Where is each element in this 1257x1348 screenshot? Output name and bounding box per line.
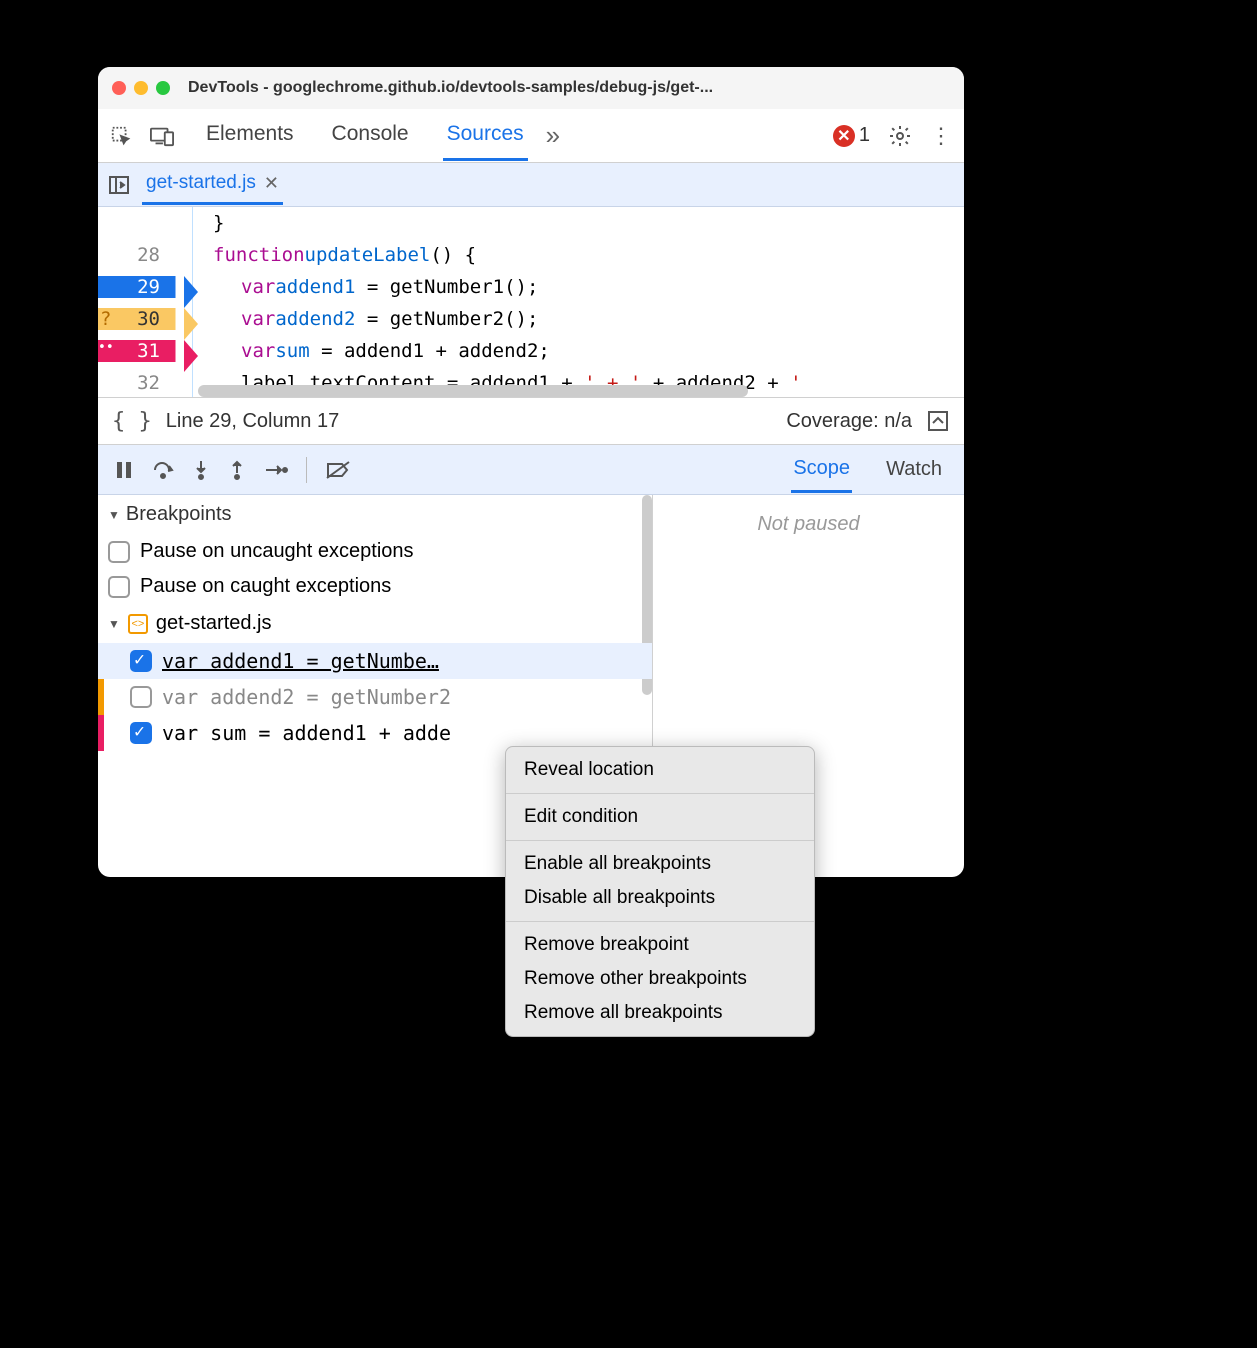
coverage-label: Coverage: n/a	[786, 410, 912, 433]
cursor-position: Line 29, Column 17	[166, 410, 339, 433]
context-menu-item[interactable]: Disable all breakpoints	[506, 881, 814, 915]
not-paused-label: Not paused	[757, 513, 859, 535]
minimize-window-button[interactable]	[134, 81, 148, 95]
breakpoint-text: var addend2 = getNumber2	[162, 685, 642, 709]
code-line[interactable]: 28function updateLabel() {	[98, 239, 964, 271]
step-into-icon[interactable]	[192, 459, 210, 481]
step-icon[interactable]	[264, 461, 288, 479]
tab-scope[interactable]: Scope	[791, 447, 852, 493]
code-text[interactable]: var addend2 = getNumber2();	[192, 303, 538, 335]
tab-elements[interactable]: Elements	[202, 110, 298, 161]
breakpoint-checkbox[interactable]	[130, 650, 152, 672]
maximize-window-button[interactable]	[156, 81, 170, 95]
inspect-element-icon[interactable]	[110, 125, 132, 147]
context-menu-item[interactable]: Reveal location	[506, 753, 814, 787]
deactivate-breakpoints-icon[interactable]	[325, 460, 351, 480]
editor-status-bar: { } Line 29, Column 17 Coverage: n/a	[98, 397, 964, 445]
pause-caught-row[interactable]: Pause on caught exceptions	[98, 569, 652, 604]
pause-uncaught-row[interactable]: Pause on uncaught exceptions	[98, 534, 652, 569]
breakpoints-header[interactable]: ▼ Breakpoints	[98, 495, 652, 534]
breakpoint-file-header[interactable]: ▼ <> get-started.js	[98, 604, 652, 643]
file-tab[interactable]: get-started.js ✕	[142, 164, 283, 205]
context-menu-item[interactable]: Remove other breakpoints	[506, 962, 814, 996]
context-menu-item[interactable]: Edit condition	[506, 800, 814, 834]
error-icon: ✕	[833, 125, 855, 147]
context-menu-item[interactable]: Enable all breakpoints	[506, 847, 814, 881]
close-window-button[interactable]	[112, 81, 126, 95]
pause-caught-checkbox[interactable]	[108, 576, 130, 598]
code-line[interactable]: 31var sum = addend1 + addend2;	[98, 335, 964, 367]
panel-tabs: Elements Console Sources	[202, 110, 528, 161]
titlebar: DevTools - googlechrome.github.io/devtoo…	[98, 67, 964, 109]
breakpoint-row[interactable]: var addend2 = getNumber2	[98, 679, 652, 715]
settings-icon[interactable]	[888, 124, 912, 148]
breakpoint-text: var addend1 = getNumbe…	[162, 649, 642, 673]
navigator-toggle-icon[interactable]	[108, 174, 130, 196]
horizontal-scrollbar[interactable]	[198, 385, 748, 397]
pause-uncaught-checkbox[interactable]	[108, 541, 130, 563]
context-menu-separator	[506, 793, 814, 794]
context-menu-item[interactable]: Remove breakpoint	[506, 928, 814, 962]
kebab-menu-icon[interactable]: ⋮	[930, 123, 952, 149]
line-number-gutter[interactable]: 30	[98, 308, 188, 330]
collapse-drawer-icon[interactable]	[926, 409, 950, 433]
window-title: DevTools - googlechrome.github.io/devtoo…	[188, 79, 950, 97]
device-toggle-icon[interactable]	[150, 125, 174, 147]
breakpoint-checkbox[interactable]	[130, 686, 152, 708]
more-tabs-icon[interactable]: »	[546, 120, 560, 151]
pause-icon[interactable]	[114, 460, 134, 480]
pretty-print-icon[interactable]: { }	[112, 409, 152, 434]
close-tab-icon[interactable]: ✕	[264, 173, 279, 194]
breakpoint-marker	[98, 679, 104, 715]
js-file-icon: <>	[128, 614, 148, 634]
context-menu-separator	[506, 840, 814, 841]
tab-watch[interactable]: Watch	[884, 448, 944, 491]
collapse-icon: ▼	[108, 617, 120, 631]
code-text[interactable]: function updateLabel() {	[192, 239, 476, 271]
tab-console[interactable]: Console	[328, 110, 413, 161]
line-number-gutter[interactable]: 28	[98, 244, 188, 266]
breakpoint-text: var sum = addend1 + adde	[162, 721, 642, 745]
code-line[interactable]: 30var addend2 = getNumber2();	[98, 303, 964, 335]
step-over-icon[interactable]	[152, 460, 174, 480]
window-controls	[112, 81, 170, 95]
context-menu-item[interactable]: Remove all breakpoints	[506, 996, 814, 1030]
tab-sources[interactable]: Sources	[443, 110, 528, 161]
error-count: 1	[859, 124, 870, 147]
breakpoint-row[interactable]: var addend1 = getNumbe…	[98, 643, 652, 679]
error-badge[interactable]: ✕ 1	[833, 124, 870, 147]
code-line[interactable]: 29var addend1 = getNumber1();	[98, 271, 964, 303]
main-toolbar: Elements Console Sources » ✕ 1 ⋮	[98, 109, 964, 163]
step-out-icon[interactable]	[228, 459, 246, 481]
breakpoint-checkbox[interactable]	[130, 722, 152, 744]
file-tab-bar: get-started.js ✕	[98, 163, 964, 207]
file-tab-label: get-started.js	[146, 172, 256, 194]
context-menu: Reveal location Edit condition Enable all …	[505, 746, 815, 1037]
line-number-gutter[interactable]: 32	[98, 372, 188, 394]
breakpoint-marker	[98, 715, 104, 751]
line-number-gutter[interactable]: 31	[98, 340, 188, 362]
code-text[interactable]: var addend1 = getNumber1();	[192, 271, 538, 303]
context-menu-separator	[506, 921, 814, 922]
line-number-gutter[interactable]: 29	[98, 276, 188, 298]
debugger-toolbar: Scope Watch	[98, 445, 964, 495]
code-editor[interactable]: }28function updateLabel() {29var addend1…	[98, 207, 964, 397]
collapse-icon: ▼	[108, 508, 120, 522]
code-text[interactable]: var sum = addend1 + addend2;	[192, 335, 550, 367]
